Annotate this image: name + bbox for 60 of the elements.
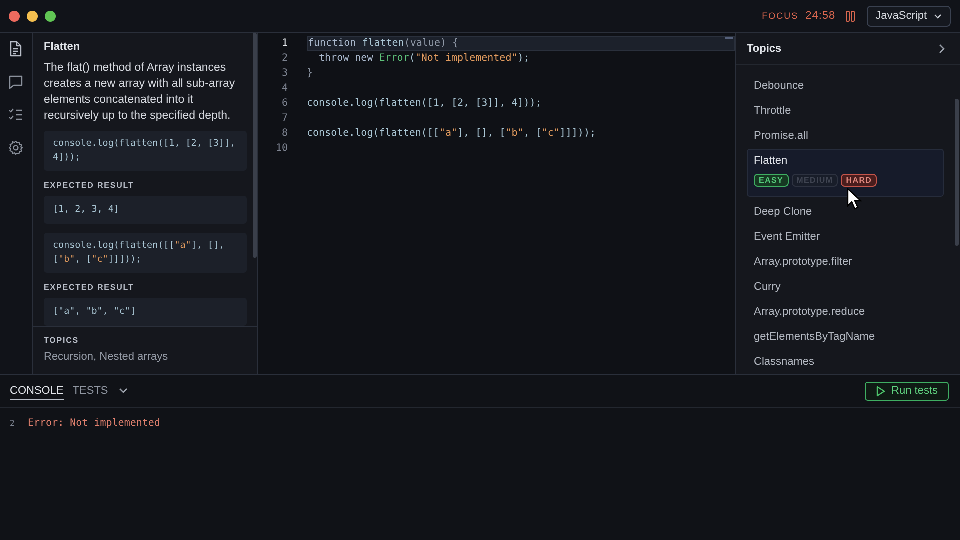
scrollbar[interactable]: [253, 33, 257, 258]
line-number: 6: [280, 98, 288, 109]
panel-title: Topics: [747, 42, 782, 54]
section-label: TOPICS: [44, 336, 80, 345]
topic-item[interactable]: Array.prototype.filter: [747, 249, 944, 274]
result-snippet: ["a", "b", "c"]: [44, 298, 247, 326]
console-message: Error: Not implemented: [28, 418, 160, 428]
focus-label: FOCUS: [762, 11, 799, 21]
code-snippet: console.log(flatten([1, [2, [3]], 4]));: [44, 131, 247, 171]
pause-icon[interactable]: [846, 10, 855, 22]
window-close-button[interactable]: [9, 10, 20, 22]
chevron-down-icon[interactable]: [934, 14, 942, 18]
problem-description: The flat() method of Array instances creates a new array with all sub-array elements concatenated into it recursively up to the specified depth.: [44, 61, 236, 124]
settings-icon[interactable]: [8, 140, 24, 156]
topic-item[interactable]: Classnames: [747, 349, 944, 374]
console-tab[interactable]: CONSOLE: [10, 382, 64, 400]
line-number: 2: [9, 418, 16, 428]
scrollbar[interactable]: [725, 37, 733, 39]
line-number: 4: [280, 83, 288, 94]
code-line: throw new Error("Not implemented");: [318, 52, 531, 66]
timer: 24:58: [806, 10, 836, 22]
section-label: EXPECTED RESULT: [44, 181, 136, 190]
chat-icon[interactable]: [8, 74, 24, 90]
topic-item[interactable]: Promise.all: [747, 123, 944, 148]
difficulty-tag[interactable]: HARD: [841, 174, 878, 187]
topic-item[interactable]: Event Emitter: [747, 224, 944, 249]
code-line: console.log(flatten([["a"], [], ["b", ["c"]]]));: [307, 127, 597, 141]
run-tests-button[interactable]: Run tests: [864, 382, 949, 400]
topic-item[interactable]: Debounce: [747, 73, 944, 98]
document-icon[interactable]: [8, 41, 24, 57]
console-tab[interactable]: TESTS: [72, 382, 108, 400]
topic-label: Flatten: [754, 155, 788, 167]
line-number: 7: [280, 113, 288, 124]
chevron-down-icon[interactable]: [119, 388, 128, 394]
code-line: }: [307, 67, 314, 81]
chevron-right-icon[interactable]: [939, 44, 945, 54]
section-label: EXPECTED RESULT: [44, 283, 136, 292]
topics-text: Recursion, Nested arrays: [44, 351, 170, 363]
difficulty-tag[interactable]: EASY: [754, 174, 789, 187]
window-zoom-button[interactable]: [45, 10, 56, 22]
topic-item[interactable]: Array.prototype.reduce: [747, 299, 944, 324]
result-snippet: [1, 2, 3, 4]: [44, 196, 247, 224]
code-line: console.log(flatten([1, [2, [3]], 4]));: [307, 97, 543, 111]
topic-item[interactable]: Deep Clone: [747, 199, 944, 224]
line-number: 1: [280, 38, 288, 49]
line-number: 8: [280, 128, 288, 139]
topic-item[interactable]: getElementsByTagName: [747, 324, 944, 349]
line-number: 2: [280, 53, 288, 64]
window-minimize-button[interactable]: [27, 10, 38, 22]
topic-item[interactable]: Throttle: [747, 98, 944, 123]
checklist-icon[interactable]: [8, 107, 24, 123]
cursor-icon: [847, 188, 863, 210]
problem-title: Flatten: [44, 41, 82, 53]
language-dropdown[interactable]: JavaScript: [866, 6, 951, 26]
topic-item[interactable]: Curry: [747, 274, 944, 299]
scrollbar[interactable]: [955, 99, 959, 246]
code-snippet: console.log(flatten([["a"], [], ["b", ["c"]]]));: [44, 233, 247, 273]
line-number: 10: [274, 143, 288, 154]
line-number: 3: [280, 68, 288, 79]
play-icon: [876, 386, 886, 396]
